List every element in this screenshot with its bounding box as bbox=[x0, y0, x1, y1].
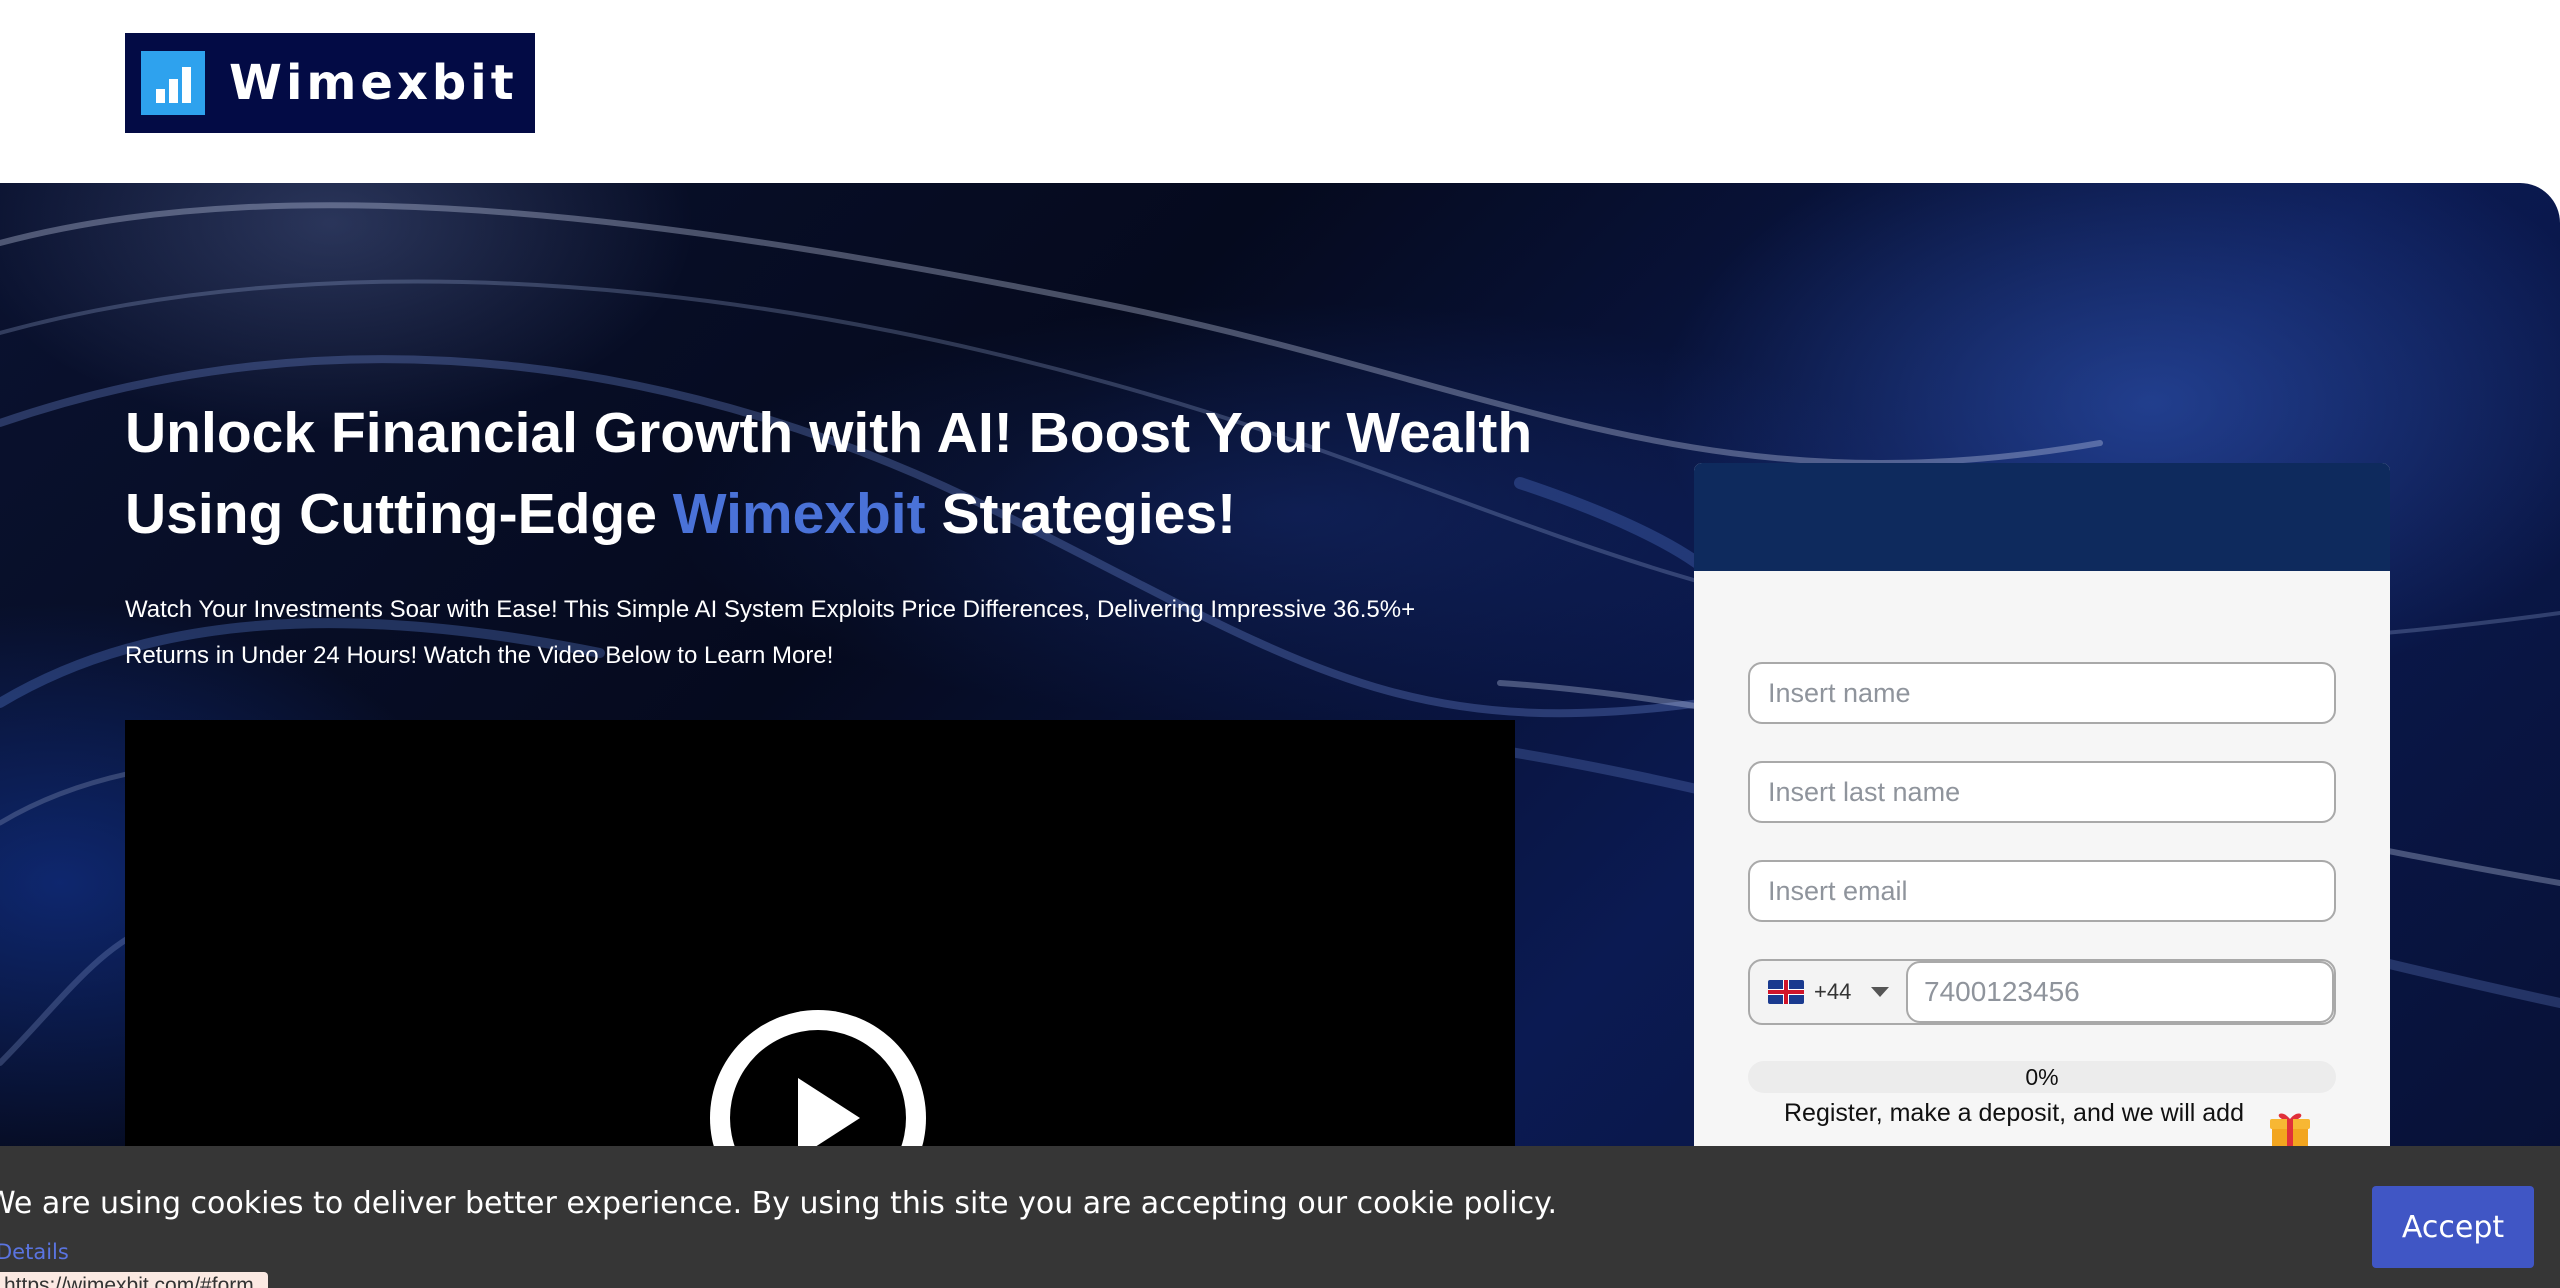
logo[interactable]: Wimexbit bbox=[125, 33, 535, 133]
progress-label: 0% bbox=[2025, 1064, 2059, 1090]
country-code-select[interactable]: +44 bbox=[1768, 961, 1890, 1023]
hero-title-accent: Wimexbit bbox=[672, 482, 926, 546]
hero-title: Unlock Financial Growth with AI! Boost Y… bbox=[125, 393, 1545, 555]
email-input[interactable] bbox=[1748, 860, 2336, 922]
last-name-input[interactable] bbox=[1748, 761, 2336, 823]
cookie-banner: We are using cookies to deliver better e… bbox=[0, 1146, 2560, 1288]
country-code-label: +44 bbox=[1814, 979, 1852, 1004]
uk-flag-icon bbox=[1768, 980, 1804, 1004]
phone-input[interactable] bbox=[1906, 961, 2334, 1023]
status-bar-url: https://wimexbit.com/#form bbox=[0, 1272, 268, 1288]
logo-text: Wimexbit bbox=[229, 55, 518, 111]
hero-section: Unlock Financial Growth with AI! Boost Y… bbox=[0, 183, 2560, 1288]
gift-icon bbox=[2270, 1113, 2310, 1149]
page: Wimexbit Unlock Financial Growth with AI… bbox=[0, 0, 2560, 1288]
site-header: Wimexbit bbox=[0, 0, 2560, 184]
chevron-down-icon bbox=[1871, 987, 1890, 997]
first-name-input[interactable] bbox=[1748, 662, 2336, 724]
bar-chart-icon bbox=[141, 51, 205, 115]
hero-title-part2: Strategies! bbox=[925, 482, 1237, 546]
accept-cookies-button[interactable]: Accept bbox=[2372, 1186, 2534, 1268]
cookie-message: We are using cookies to deliver better e… bbox=[0, 1186, 1558, 1221]
promo-text: Register, make a deposit, and we will ad… bbox=[1784, 1099, 2244, 1127]
cookie-details-link[interactable]: Details bbox=[0, 1240, 69, 1264]
phone-field: +44 bbox=[1748, 959, 2336, 1025]
form-header bbox=[1694, 463, 2390, 571]
hero-subtitle: Watch Your Investments Soar with Ease! T… bbox=[125, 596, 1416, 669]
progress-bar: 0% bbox=[1748, 1061, 2336, 1093]
